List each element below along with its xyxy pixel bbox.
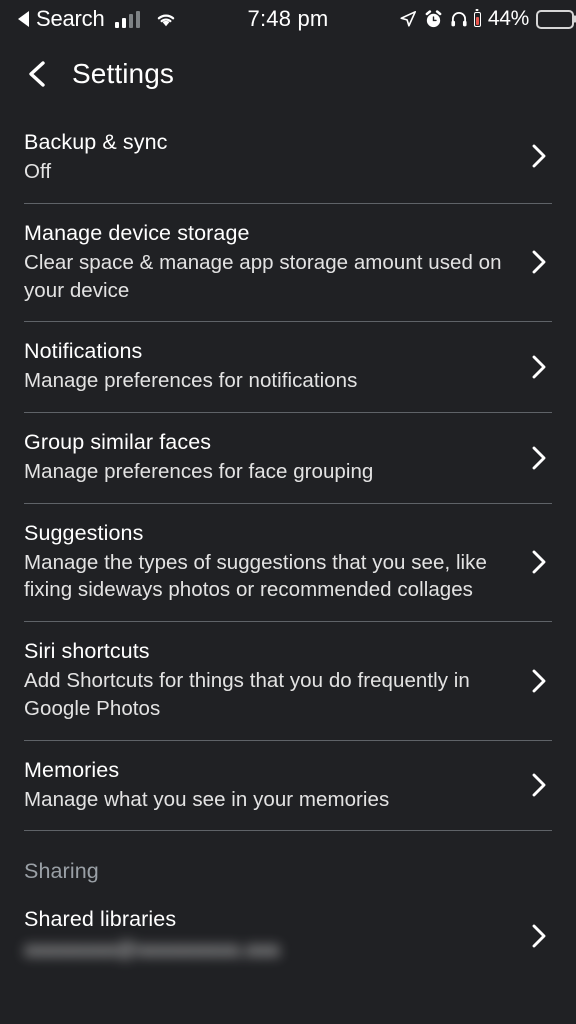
row-text-group: Suggestions Manage the types of suggesti… bbox=[24, 520, 552, 604]
battery-icon bbox=[536, 10, 574, 29]
chevron-left-icon[interactable] bbox=[24, 59, 50, 89]
alarm-clock-icon bbox=[424, 10, 443, 29]
status-bar: Search 7:48 pm bbox=[0, 0, 576, 38]
row-subtitle: Add Shortcuts for things that you do fre… bbox=[24, 667, 506, 722]
section-header-sharing: Sharing bbox=[24, 831, 552, 890]
row-title: Memories bbox=[24, 757, 506, 784]
small-battery-icon bbox=[474, 12, 481, 27]
row-subtitle: Manage preferences for face grouping bbox=[24, 458, 506, 486]
row-subtitle: Clear space & manage app storage amount … bbox=[24, 249, 506, 304]
row-text-group: Memories Manage what you see in your mem… bbox=[24, 757, 552, 814]
battery-percent-label: 44% bbox=[488, 7, 529, 31]
status-bar-right: 44% bbox=[399, 0, 574, 38]
row-subtitle: Off bbox=[24, 158, 506, 186]
row-subtitle-redacted-email: aaaaaaaa@aaaaaaaaa.aaa bbox=[24, 936, 280, 964]
settings-screen: Search 7:48 pm bbox=[0, 0, 576, 1024]
row-text-group: Shared libraries aaaaaaaa@aaaaaaaaa.aaa bbox=[24, 906, 552, 964]
settings-list: Backup & sync Off Manage device storage … bbox=[0, 110, 576, 981]
row-text-group: Siri shortcuts Add Shortcuts for things … bbox=[24, 638, 552, 722]
row-title: Manage device storage bbox=[24, 220, 506, 247]
chevron-right-icon bbox=[528, 249, 550, 275]
settings-row-shared-libraries[interactable]: Shared libraries aaaaaaaa@aaaaaaaaa.aaa bbox=[24, 890, 552, 981]
settings-row-manage-device-storage[interactable]: Manage device storage Clear space & mana… bbox=[24, 204, 552, 321]
settings-row-suggestions[interactable]: Suggestions Manage the types of suggesti… bbox=[24, 504, 552, 621]
row-subtitle: Manage what you see in your memories bbox=[24, 786, 506, 814]
row-title: Siri shortcuts bbox=[24, 638, 506, 665]
location-arrow-icon bbox=[399, 10, 417, 28]
row-title: Group similar faces bbox=[24, 429, 506, 456]
chevron-right-icon bbox=[528, 772, 550, 798]
settings-row-memories[interactable]: Memories Manage what you see in your mem… bbox=[24, 741, 552, 831]
settings-row-backup-and-sync[interactable]: Backup & sync Off bbox=[24, 110, 552, 203]
page-title: Settings bbox=[72, 58, 174, 90]
row-subtitle: Manage preferences for notifications bbox=[24, 367, 506, 395]
chevron-right-icon bbox=[528, 354, 550, 380]
headphones-icon bbox=[450, 10, 468, 28]
row-subtitle: Manage the types of suggestions that you… bbox=[24, 549, 506, 604]
chevron-right-icon bbox=[528, 549, 550, 575]
chevron-right-icon bbox=[528, 668, 550, 694]
row-text-group: Group similar faces Manage preferences f… bbox=[24, 429, 552, 486]
row-text-group: Backup & sync Off bbox=[24, 129, 552, 186]
navigation-bar: Settings bbox=[0, 38, 576, 110]
settings-row-siri-shortcuts[interactable]: Siri shortcuts Add Shortcuts for things … bbox=[24, 622, 552, 739]
row-text-group: Manage device storage Clear space & mana… bbox=[24, 220, 552, 304]
settings-row-group-similar-faces[interactable]: Group similar faces Manage preferences f… bbox=[24, 413, 552, 503]
chevron-right-icon bbox=[528, 923, 550, 949]
row-text-group: Notifications Manage preferences for not… bbox=[24, 338, 552, 395]
row-title: Notifications bbox=[24, 338, 506, 365]
chevron-right-icon bbox=[528, 445, 550, 471]
row-title: Backup & sync bbox=[24, 129, 506, 156]
row-title: Shared libraries bbox=[24, 906, 506, 933]
settings-row-notifications[interactable]: Notifications Manage preferences for not… bbox=[24, 322, 552, 412]
row-title: Suggestions bbox=[24, 520, 506, 547]
chevron-right-icon bbox=[528, 143, 550, 169]
